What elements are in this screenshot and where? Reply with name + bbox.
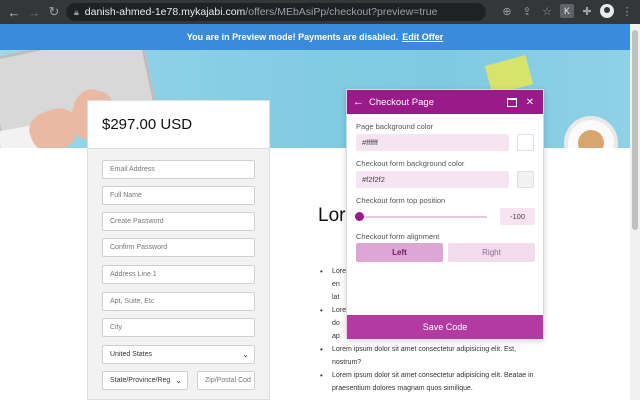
lock-icon[interactable]: 🔒︎ <box>74 7 79 18</box>
star-icon[interactable]: ☆ <box>540 5 554 18</box>
profile-avatar[interactable] <box>600 4 614 18</box>
page-bg-input[interactable]: #ffffff <box>356 134 509 151</box>
browser-window: ← → ↻ 🔒︎ danish-ahmed-1e78.mykajabi.com … <box>0 0 640 400</box>
apt-suite-field[interactable]: Apt, Suite, Etc <box>102 292 255 311</box>
save-code-button[interactable]: Save Code <box>347 315 543 339</box>
kebab-menu-icon[interactable]: ⋮ <box>620 5 634 18</box>
top-position-slider-handle[interactable] <box>355 212 364 221</box>
share-icon[interactable]: ⇪ <box>520 5 534 18</box>
price-box: $297.00 USD <box>88 101 269 149</box>
list-item-continued: nostrum? <box>332 359 362 366</box>
browser-toolbar: ← → ↻ 🔒︎ danish-ahmed-1e78.mykajabi.com … <box>0 0 640 24</box>
form-bg-label: Checkout form background color <box>356 159 465 168</box>
extensions-icon[interactable]: ✚ <box>580 5 594 18</box>
url-host: danish-ahmed-1e78.mykajabi.com <box>84 6 246 18</box>
full-name-field[interactable]: Full Name <box>102 186 255 205</box>
list-item: Lorem ipsum dolor sit amet consectetur a… <box>318 370 548 381</box>
coffee-cup-illustration <box>568 120 614 148</box>
page-scrollbar[interactable] <box>630 24 640 400</box>
page-bg-label: Page background color <box>356 122 434 131</box>
email-field[interactable]: Email Address <box>102 160 255 179</box>
close-icon[interactable]: ✕ <box>523 97 537 108</box>
chevron-down-icon: ⌄ <box>242 350 249 359</box>
list-item: Lorem ipsum dolor sit amet consectetur a… <box>318 344 548 355</box>
page-bg-swatch[interactable] <box>517 134 534 151</box>
state-select-value: State/Province/Reg <box>110 377 171 384</box>
checkout-form: $297.00 USD Email Address Full Name Crea… <box>87 100 270 400</box>
preview-banner: You are in Preview mode! Payments are di… <box>0 24 630 50</box>
country-select-value: United States <box>110 351 153 358</box>
chevron-down-icon: ⌄ <box>175 376 182 385</box>
url-path: /offers/MEbAsiPp/checkout?preview=true <box>245 6 438 18</box>
address-line-1-field[interactable]: Address Line 1 <box>102 265 255 284</box>
top-position-input[interactable]: -100 <box>500 208 535 225</box>
back-icon[interactable]: ← <box>4 5 24 20</box>
form-bg-input[interactable]: #f2f2f2 <box>356 171 509 188</box>
align-right-button[interactable]: Right <box>448 243 535 262</box>
arrow-left-icon[interactable]: ← <box>353 96 367 108</box>
reload-icon[interactable]: ↻ <box>44 4 64 20</box>
checkout-page-panel: ← Checkout Page ✕ Page background color … <box>346 89 544 339</box>
alignment-label: Checkout form alignment <box>356 232 440 241</box>
edit-offer-link[interactable]: Edit Offer <box>402 32 443 42</box>
city-field[interactable]: City <box>102 318 255 337</box>
list-item-continued: praesentium dolores magnam quos similiqu… <box>332 385 473 392</box>
create-password-field[interactable]: Create Password <box>102 212 255 231</box>
state-select[interactable]: State/Province/Reg ⌄ <box>102 371 188 390</box>
panel-header: ← Checkout Page ✕ <box>347 90 543 114</box>
top-position-slider-track[interactable] <box>359 216 487 218</box>
window-icon[interactable] <box>507 97 517 107</box>
confirm-password-field[interactable]: Confirm Password <box>102 238 255 257</box>
country-select[interactable]: United States ⌄ <box>102 345 255 364</box>
zip-field[interactable]: Zip/Postal Cod <box>197 371 255 390</box>
address-bar[interactable]: 🔒︎ danish-ahmed-1e78.mykajabi.com /offer… <box>66 3 486 21</box>
top-position-label: Checkout form top position <box>356 196 446 205</box>
browser-actions: ⊕ ⇪ ☆ K ✚ ⋮ <box>500 4 634 18</box>
preview-message: You are in Preview mode! Payments are di… <box>186 32 399 42</box>
forward-icon[interactable]: → <box>24 5 44 20</box>
offer-price: $297.00 USD <box>102 116 193 133</box>
panel-title: Checkout Page <box>369 96 434 108</box>
install-icon[interactable]: ⊕ <box>500 5 514 18</box>
align-left-button[interactable]: Left <box>356 243 443 262</box>
scrollbar-thumb[interactable] <box>632 30 638 230</box>
kajabi-extension-icon[interactable]: K <box>560 4 574 18</box>
form-bg-swatch[interactable] <box>517 171 534 188</box>
